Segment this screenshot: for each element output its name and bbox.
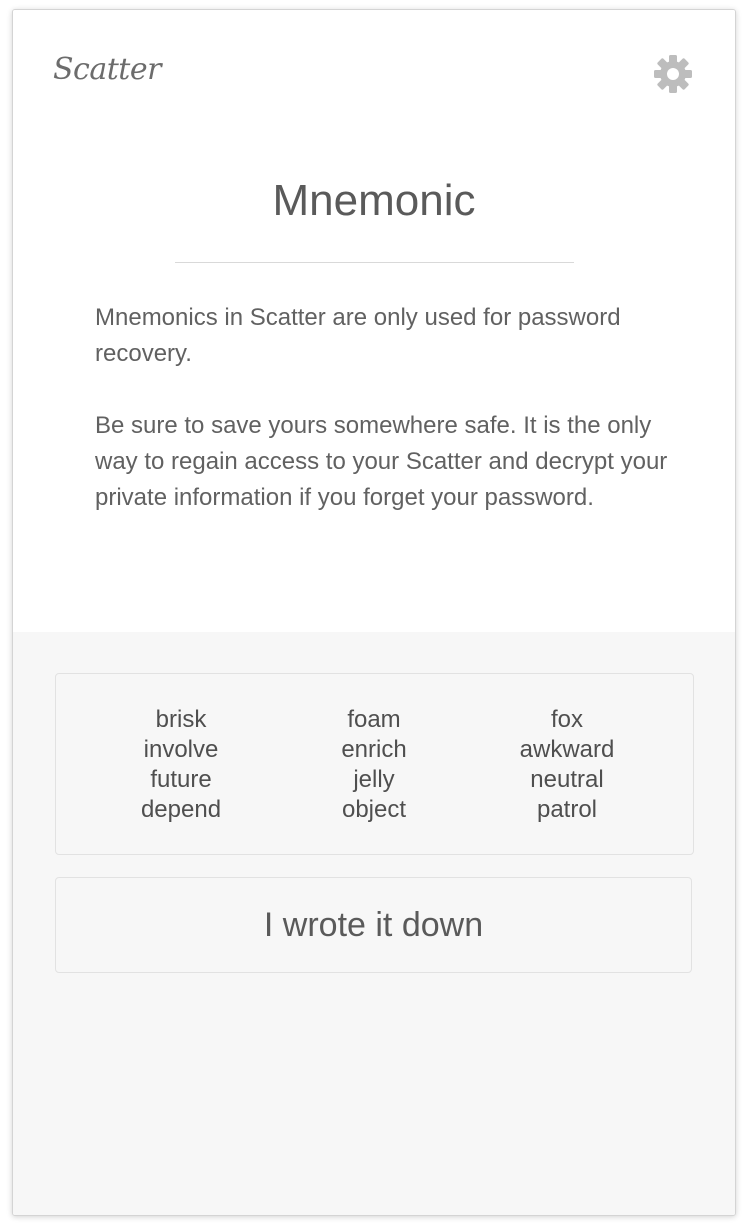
word-column-3: fox awkward neutral patrol — [467, 705, 667, 825]
mnemonic-word: brisk — [155, 706, 207, 733]
mnemonic-word: patrol — [536, 796, 598, 823]
mnemonic-word: fox — [550, 706, 583, 733]
mnemonic-word: jelly — [353, 766, 395, 793]
mnemonic-word: depend — [140, 796, 222, 823]
title-divider — [175, 262, 574, 263]
scatter-logo: Scatter — [53, 52, 161, 87]
word-column-2: foam enrich jelly object — [274, 705, 474, 825]
mnemonic-word: awkward — [519, 736, 615, 763]
mnemonic-section: brisk involve future depend foam enrich … — [13, 632, 735, 1215]
mnemonic-word: involve — [143, 736, 219, 763]
intro-section: Scatter Mnemonic Mnemonics in Scatter ar… — [13, 10, 735, 632]
mnemonic-word: future — [150, 766, 212, 793]
word-column-1: brisk involve future depend — [81, 705, 281, 825]
description: Mnemonics in Scatter are only used for p… — [95, 300, 675, 552]
mnemonic-word: foam — [347, 706, 401, 733]
mnemonic-words-box: brisk involve future depend foam enrich … — [55, 673, 694, 855]
description-paragraph-1: Mnemonics in Scatter are only used for p… — [95, 304, 621, 367]
page-title: Mnemonic — [272, 176, 476, 225]
mnemonic-word: enrich — [341, 736, 407, 763]
gear-icon[interactable] — [651, 52, 695, 96]
mnemonic-word: object — [341, 796, 407, 823]
wrote-it-down-button[interactable]: I wrote it down — [55, 877, 692, 973]
header: Scatter — [13, 10, 735, 120]
app-window: Scatter Mnemonic Mnemonics in Scatter ar… — [12, 9, 736, 1216]
gear-icon-graphic — [654, 55, 692, 93]
mnemonic-word: neutral — [530, 766, 604, 793]
description-paragraph-2: Be sure to save yours somewhere safe. It… — [95, 412, 668, 511]
